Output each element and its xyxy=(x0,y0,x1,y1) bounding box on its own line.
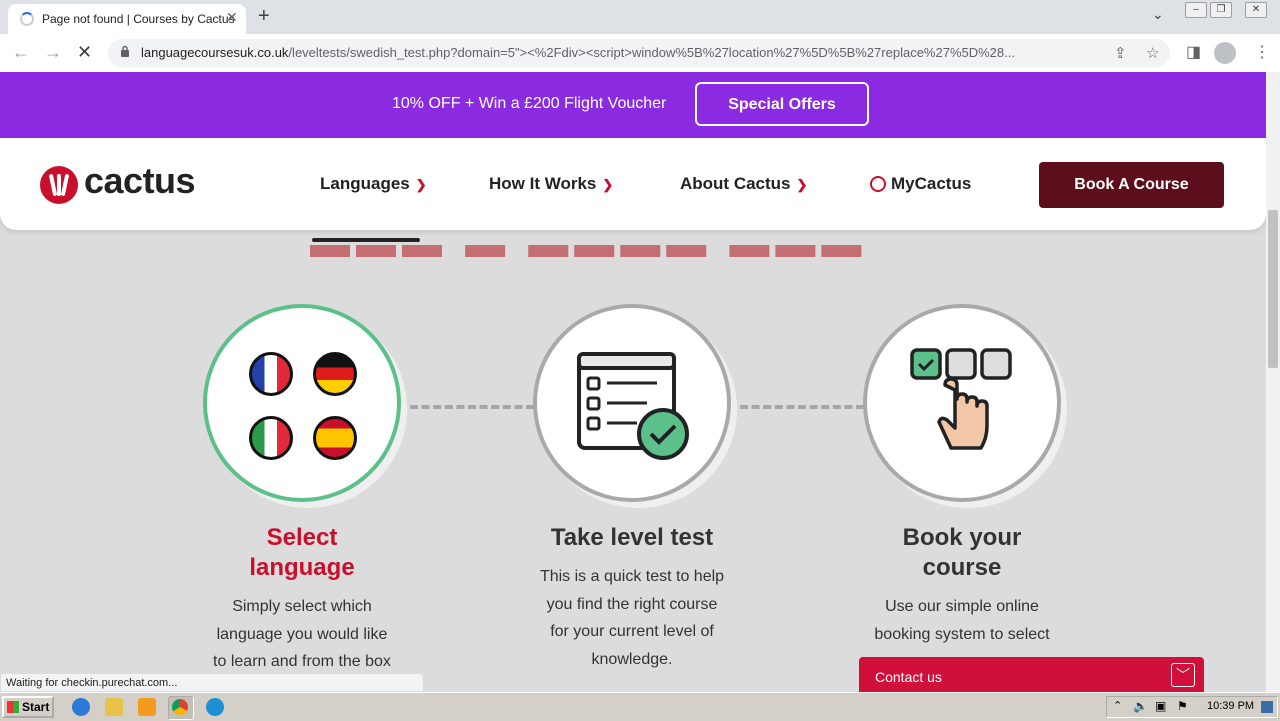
spain-flag-icon xyxy=(313,416,357,460)
step-desc-line: booking system to select xyxy=(874,625,1050,643)
step-icon-circle xyxy=(533,304,731,502)
step-desc-line: language you would like xyxy=(216,625,388,643)
chrome-icon xyxy=(172,699,188,715)
step-icon-circle xyxy=(863,304,1061,502)
site-header: cactus Languages ❯ How It Works ❯ About Ca… xyxy=(0,138,1266,230)
file-explorer-icon[interactable] xyxy=(105,698,123,716)
back-arrow-icon[interactable]: ← xyxy=(12,42,30,63)
minimize-window-button[interactable]: – xyxy=(1185,2,1207,18)
nav-how-it-works[interactable]: How It Works ❯ xyxy=(489,174,613,194)
promo-text: 10% OFF + Win a £200 Flight Voucher xyxy=(392,95,667,112)
booking-icon xyxy=(910,348,1012,450)
cactus-logo-icon[interactable] xyxy=(40,166,78,204)
close-window-button[interactable]: ✕ xyxy=(1245,2,1267,18)
step-title-line: Book your xyxy=(902,524,1022,551)
step-title-line: Select xyxy=(266,524,338,551)
url-path: /leveltests/swedish_test.php?domain=5"><… xyxy=(288,45,1015,60)
step-title: Book your course xyxy=(847,523,1077,583)
tab-search-chevron-icon[interactable]: ⌄ xyxy=(1152,6,1164,23)
lock-icon xyxy=(121,45,129,57)
step-desc-line: to learn and from the box xyxy=(213,653,391,670)
step-connector xyxy=(740,405,864,409)
nav-label: Languages xyxy=(320,174,410,193)
chevron-down-icon: ❯ xyxy=(602,177,614,192)
profile-avatar-icon[interactable] xyxy=(1214,42,1236,64)
nav-languages[interactable]: Languages ❯ xyxy=(320,174,427,194)
menu-dots-icon[interactable]: ⋮ xyxy=(1254,42,1270,62)
nav-mycactus[interactable]: MyCactus xyxy=(870,174,971,194)
close-tab-icon[interactable]: ✕ xyxy=(226,9,238,26)
loading-spinner-icon xyxy=(20,12,34,26)
url-text: languagecoursesuk.co.uk/leveltests/swedi… xyxy=(141,45,1096,60)
step-description: Use our simple online booking system to … xyxy=(847,593,1077,648)
contact-us-widget[interactable]: Contact us ﹀ xyxy=(859,657,1204,692)
internet-explorer-icon[interactable] xyxy=(72,698,90,716)
step-desc-line: knowledge. xyxy=(591,650,673,668)
taskbar: Start ⌃ 🔈 ▣ ⚑ 10:39 PM xyxy=(0,692,1280,721)
chevron-down-icon: ❯ xyxy=(415,177,427,192)
special-offers-button[interactable]: Special Offers xyxy=(695,82,869,126)
book-a-course-button[interactable]: Book A Course xyxy=(1039,162,1224,208)
clock[interactable]: 10:39 PM xyxy=(1207,700,1254,712)
tab-strip: Page not found | Courses by Cactus ✕ + ⌄… xyxy=(0,0,1280,34)
tab-title: Page not found | Courses by Cactus xyxy=(42,12,235,26)
bookmark-star-icon[interactable]: ☆ xyxy=(1146,44,1159,62)
stop-loading-icon[interactable]: ✕ xyxy=(77,42,92,63)
checklist-icon xyxy=(577,352,689,460)
step-desc-line: Simply select which xyxy=(232,598,372,615)
chevron-down-icon: ❯ xyxy=(796,177,808,192)
flag-icon[interactable]: ⚑ xyxy=(1177,699,1188,713)
new-tab-button[interactable]: + xyxy=(258,5,270,28)
nav-label: About Cactus xyxy=(680,174,791,193)
step-connector xyxy=(410,405,534,409)
scrollbar-thumb[interactable] xyxy=(1268,210,1278,368)
step-desc-line: you find the right course xyxy=(546,595,718,613)
step-title-line: language xyxy=(249,554,355,581)
logo-text[interactable]: cactus xyxy=(84,160,196,202)
system-tray: ⌃ 🔈 ▣ ⚑ 10:39 PM xyxy=(1106,696,1278,718)
step-title: Select language xyxy=(187,523,417,583)
tray-expand-icon[interactable]: ⌃ xyxy=(1113,699,1122,712)
network-icon[interactable]: ▣ xyxy=(1155,699,1166,713)
address-bar[interactable]: languagecoursesuk.co.uk/leveltests/swedi… xyxy=(108,39,1170,67)
step-title-line: course xyxy=(922,554,1002,581)
user-icon xyxy=(870,176,886,192)
step-desc-line: for your current level of xyxy=(550,623,714,640)
media-player-icon[interactable] xyxy=(138,698,156,716)
heading-underline xyxy=(312,238,420,242)
restore-window-button[interactable]: ❐ xyxy=(1210,2,1232,18)
edge-icon[interactable] xyxy=(206,698,224,716)
contact-us-label: Contact us xyxy=(875,669,942,685)
step-desc-line: Use our simple online xyxy=(885,598,1039,615)
france-flag-icon xyxy=(249,352,293,396)
page-scrollbar[interactable] xyxy=(1266,72,1280,692)
browser-tab[interactable]: Page not found | Courses by Cactus ✕ xyxy=(8,4,246,34)
nav-label: How It Works xyxy=(489,174,597,193)
side-panel-icon[interactable]: ◨ xyxy=(1186,42,1201,62)
step-title: Take level test xyxy=(517,523,747,553)
status-bubble: Waiting for checkin.purechat.com... xyxy=(0,673,424,692)
step-description: This is a quick test to help you find th… xyxy=(517,563,747,673)
step-description: Simply select which language you would l… xyxy=(187,593,417,676)
mycactus-label: MyCactus xyxy=(891,174,972,193)
germany-flag-icon xyxy=(313,352,357,396)
forward-arrow-icon[interactable]: → xyxy=(44,42,62,63)
chrome-taskbar-button[interactable] xyxy=(168,696,194,720)
italy-flag-icon xyxy=(249,416,293,460)
start-label: Start xyxy=(22,700,50,714)
url-host: languagecoursesuk.co.uk xyxy=(141,45,289,60)
share-icon[interactable]: ⇪ xyxy=(1114,44,1127,62)
show-desktop-icon[interactable] xyxy=(1261,701,1273,713)
step-desc-line: This is a quick test to help xyxy=(539,568,725,585)
promo-banner: 10% OFF + Win a £200 Flight Voucher Spec… xyxy=(0,72,1266,138)
step-icon-circle xyxy=(203,304,401,502)
start-button[interactable]: Start xyxy=(2,696,54,718)
toolbar: ← → ✕ languagecoursesuk.co.uk/leveltests… xyxy=(0,34,1280,73)
volume-icon[interactable]: 🔈 xyxy=(1133,699,1148,713)
windows-logo-icon xyxy=(7,701,19,713)
nav-about-cactus[interactable]: About Cactus ❯ xyxy=(680,174,807,194)
chevron-down-icon[interactable]: ﹀ xyxy=(1171,663,1195,687)
step-title-line: Take level test xyxy=(550,524,714,551)
web-page: ▬▬▬ ▬ ▬▬▬▬ ▬▬▬ 10% OFF + Win a £200 Flig… xyxy=(0,72,1266,692)
